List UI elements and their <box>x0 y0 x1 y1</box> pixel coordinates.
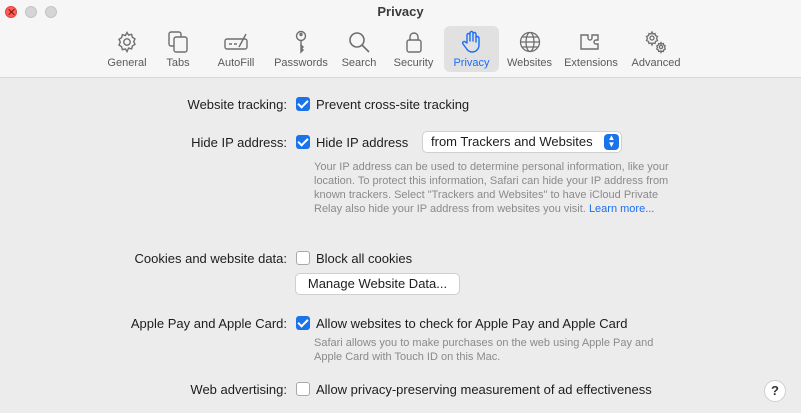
autofill-icon <box>224 33 248 50</box>
web-advertising-label: Web advertising: <box>190 382 287 397</box>
tab-search[interactable]: Search <box>335 26 383 72</box>
gears-icon <box>645 30 667 54</box>
globe-icon <box>519 31 540 53</box>
cookies-label: Cookies and website data: <box>134 251 287 266</box>
ad-measurement-checkbox[interactable] <box>296 382 310 396</box>
select-arrows-icon: ▲ ▼ <box>604 134 619 150</box>
hand-icon <box>461 30 480 53</box>
block-cookies-text: Block all cookies <box>316 251 413 266</box>
tab-label: Tabs <box>166 57 190 69</box>
apple-pay-label: Apple Pay and Apple Card: <box>130 316 287 331</box>
hide-ip-checkbox[interactable] <box>296 135 310 149</box>
preferences-toolbar: General Tabs AutoFill Passwords Search S… <box>103 26 690 72</box>
tab-autofill[interactable]: AutoFill <box>205 26 267 72</box>
tab-extensions[interactable]: Extensions <box>560 26 622 72</box>
tab-privacy[interactable]: Privacy <box>444 26 499 72</box>
tab-advanced[interactable]: Advanced <box>625 26 687 72</box>
tab-general[interactable]: General <box>103 26 151 72</box>
window-title: Privacy <box>377 4 424 19</box>
hide-ip-select[interactable]: from Trackers and Websites ▲ ▼ <box>422 131 622 153</box>
tab-label: Search <box>341 57 377 69</box>
manage-website-data-button[interactable]: Manage Website Data... <box>295 273 460 295</box>
learn-more-link[interactable]: Learn more... <box>589 203 654 215</box>
gear-icon <box>118 31 136 53</box>
tab-label: AutoFill <box>217 57 255 69</box>
lock-icon <box>405 32 422 53</box>
tab-websites[interactable]: Websites <box>502 26 557 72</box>
tab-security[interactable]: Security <box>386 26 441 72</box>
tab-label: Extensions <box>564 57 618 69</box>
hide-ip-text: Hide IP address <box>316 135 409 150</box>
tab-passwords[interactable]: Passwords <box>270 26 332 72</box>
apple-pay-checkbox[interactable] <box>296 316 310 330</box>
hide-ip-label: Hide IP address: <box>191 135 287 150</box>
search-icon <box>349 32 370 53</box>
prevent-tracking-checkbox[interactable] <box>296 97 310 111</box>
tab-label: Passwords <box>274 57 328 69</box>
hide-ip-select-value: from Trackers and Websites <box>431 134 593 149</box>
tab-tabs[interactable]: Tabs <box>154 26 202 72</box>
prevent-tracking-text: Prevent cross-site tracking <box>316 97 470 112</box>
hide-ip-help: Your IP address can be used to determine… <box>314 160 674 216</box>
apple-pay-help: Safari allows you to make purchases on t… <box>314 337 654 363</box>
help-button[interactable]: ? <box>764 380 786 402</box>
extensions-icon <box>580 34 599 50</box>
tab-label: Websites <box>506 57 553 69</box>
ad-measurement-text: Allow privacy-preserving measurement of … <box>316 382 652 397</box>
apple-pay-text: Allow websites to check for Apple Pay an… <box>316 316 628 331</box>
title-bar: Privacy General Tabs AutoFill Passwords … <box>0 0 801 78</box>
tab-label: Privacy <box>453 57 490 69</box>
key-icon <box>295 30 307 54</box>
tab-label: Advanced <box>631 57 681 69</box>
website-tracking-label: Website tracking: <box>187 97 287 112</box>
block-cookies-checkbox[interactable] <box>296 251 310 265</box>
tab-label: Security <box>393 57 434 69</box>
tabs-icon <box>168 31 188 53</box>
tab-label: General <box>107 57 147 69</box>
